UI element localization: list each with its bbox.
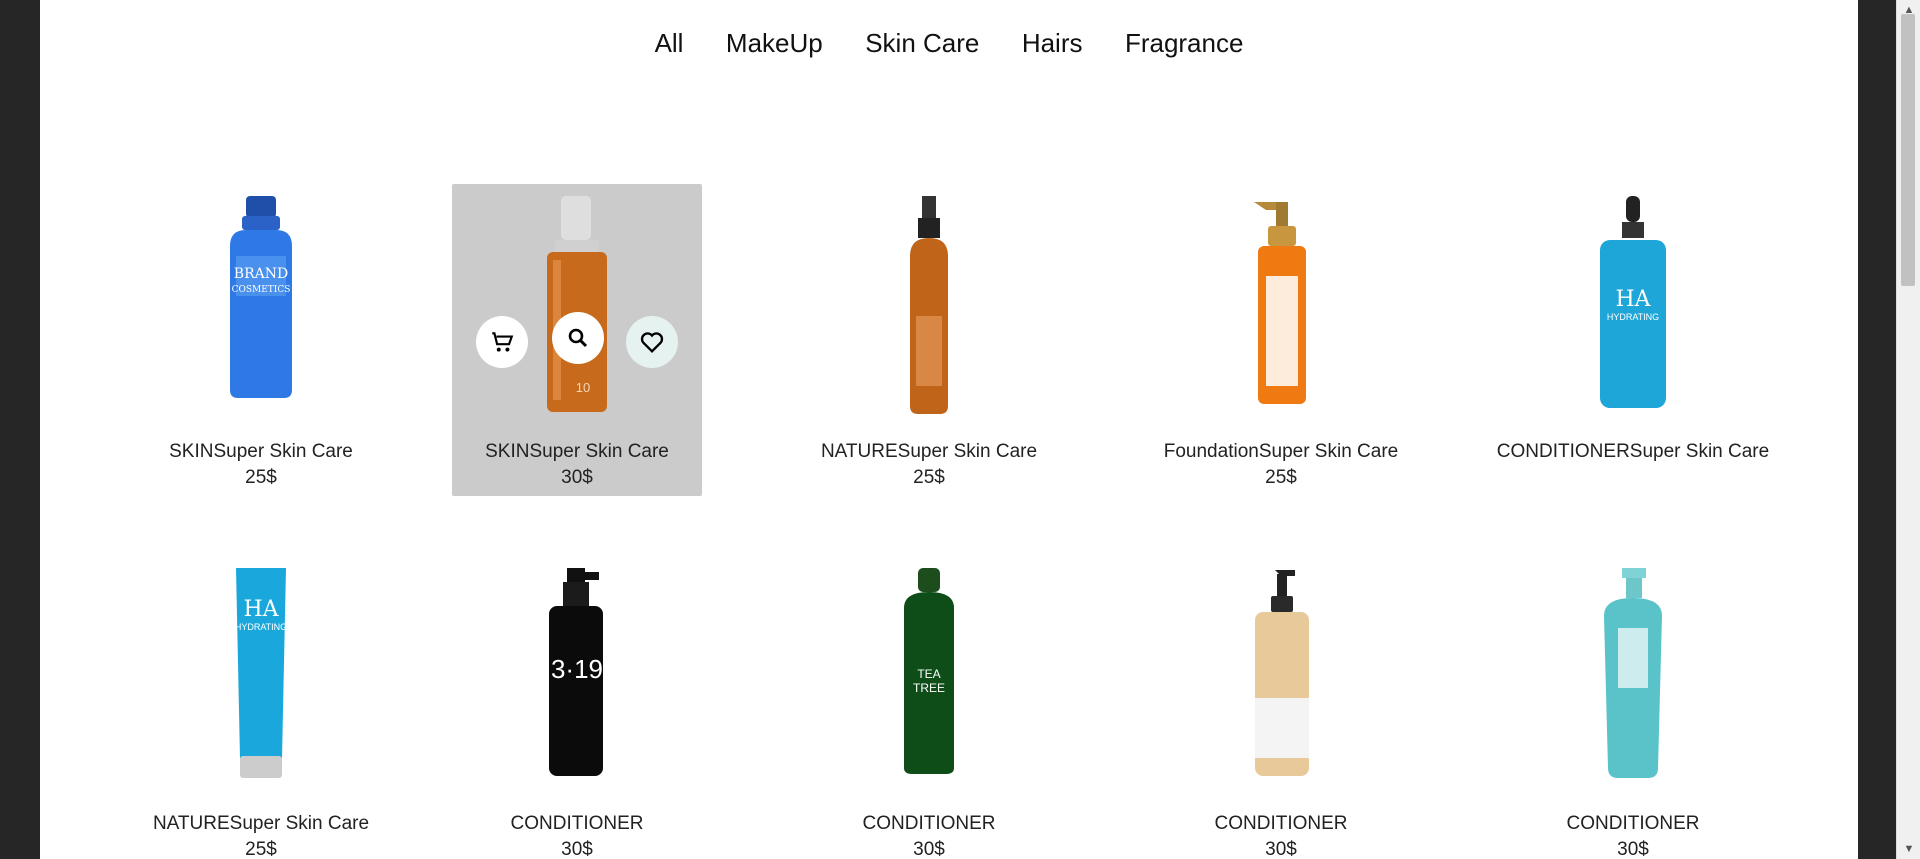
svg-text:BRAND: BRAND <box>234 266 288 282</box>
nav-makeup[interactable]: MakeUp <box>726 28 823 59</box>
product-actions <box>476 312 680 368</box>
product-card[interactable]: BRAND COSMETICS SKINSuper Skin Care 25$ <box>136 184 386 496</box>
svg-text:COSMETICS: COSMETICS <box>232 285 291 295</box>
product-title[interactable]: CONDITIONERSuper Skin Care <box>1468 437 1798 467</box>
product-card[interactable]: NATURESuper Skin Care 25$ <box>804 184 1054 496</box>
product-title[interactable]: NATURESuper Skin Care <box>96 809 426 839</box>
product-price: 30$ <box>1265 839 1297 859</box>
nav-hairs[interactable]: Hairs <box>1022 28 1083 59</box>
cart-icon <box>492 332 514 352</box>
product-title[interactable]: SKINSuper Skin Care <box>96 437 426 467</box>
scrollbar-thumb[interactable] <box>1901 14 1915 286</box>
product-image <box>1604 568 1662 778</box>
product-image: BRAND COSMETICS <box>230 196 292 398</box>
product-title[interactable]: CONDITIONER <box>764 809 1094 839</box>
search-icon <box>568 328 588 348</box>
add-to-cart-button[interactable] <box>476 316 528 368</box>
quick-view-button[interactable] <box>552 312 604 364</box>
heart-icon <box>640 332 664 353</box>
scroll-down-arrow[interactable]: ▼ <box>1897 839 1920 859</box>
svg-text:10: 10 <box>576 380 590 395</box>
category-nav: All MakeUp Skin Care Hairs Fragrance <box>40 28 1858 59</box>
svg-text:HA: HA <box>243 597 279 622</box>
product-image: 3·19 <box>549 568 603 776</box>
shop-page: All MakeUp Skin Care Hairs Fragrance BRA… <box>40 0 1858 859</box>
product-image <box>1255 570 1309 776</box>
nav-skin-care[interactable]: Skin Care <box>865 28 979 59</box>
product-price: 30$ <box>561 839 593 859</box>
nav-fragrance[interactable]: Fragrance <box>1125 28 1244 59</box>
product-price: 30$ <box>1617 839 1649 859</box>
product-image: HA HYDRATING <box>1600 196 1666 408</box>
product-card[interactable]: 3·19 CONDITIONER 30$ <box>452 556 702 859</box>
vertical-scrollbar[interactable]: ▲ ▼ <box>1896 0 1920 859</box>
product-image: 10 <box>547 196 607 412</box>
svg-text:HA: HA <box>1615 287 1651 312</box>
product-card[interactable]: CONDITIONER 30$ <box>1156 556 1406 859</box>
product-title[interactable]: NATURESuper Skin Care <box>764 437 1094 467</box>
svg-text:3·19: 3·19 <box>551 654 603 684</box>
product-price: 25$ <box>245 839 277 859</box>
wishlist-button[interactable] <box>626 316 678 368</box>
product-price: 30$ <box>913 839 945 859</box>
nav-all[interactable]: All <box>655 28 684 59</box>
product-card[interactable]: CONDITIONER 30$ <box>1508 556 1758 859</box>
product-card[interactable]: HA HYDRATING NATURESuper Skin Care 25$ <box>136 556 386 859</box>
product-card[interactable]: TEA TREE CONDITIONER 30$ <box>804 556 1054 859</box>
product-card[interactable]: HA HYDRATING CONDITIONERSuper Skin Care <box>1497 184 1769 496</box>
product-price: 30$ <box>561 467 593 488</box>
svg-text:HYDRATING: HYDRATING <box>235 622 287 632</box>
product-price: 25$ <box>913 467 945 488</box>
product-image <box>1254 202 1306 404</box>
svg-text:HYDRATING: HYDRATING <box>1607 312 1659 322</box>
product-title[interactable]: CONDITIONER <box>412 809 742 839</box>
product-title[interactable]: CONDITIONER <box>1116 809 1446 839</box>
product-title[interactable]: SKINSuper Skin Care <box>412 437 742 467</box>
svg-text:TEA: TEA <box>917 667 940 681</box>
product-image: HA HYDRATING <box>235 568 287 778</box>
product-title[interactable]: FoundationSuper Skin Care <box>1116 437 1446 467</box>
product-card[interactable]: 10 SKINSuper Skin Care 30$ <box>452 184 702 496</box>
product-title[interactable]: CONDITIONER <box>1468 809 1798 839</box>
product-image <box>910 196 948 414</box>
svg-text:TREE: TREE <box>913 681 945 695</box>
product-price: 25$ <box>245 467 277 488</box>
product-card[interactable]: FoundationSuper Skin Care 25$ <box>1156 184 1406 496</box>
product-price: 25$ <box>1265 467 1297 488</box>
product-image: TEA TREE <box>904 568 954 774</box>
